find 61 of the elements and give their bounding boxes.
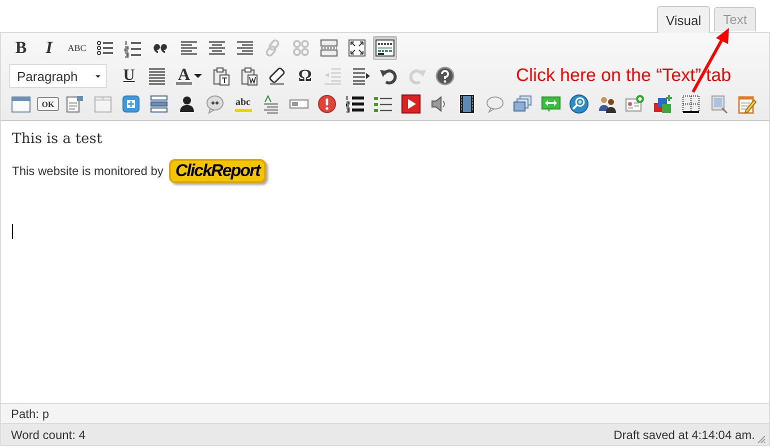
magnifier-button[interactable] [567, 92, 591, 116]
editor-tab[interactable]: Visual [656, 6, 710, 33]
format-select[interactable]: Paragraph [9, 64, 107, 88]
numbered-list-icon [123, 38, 143, 58]
blocks-button[interactable] [651, 92, 675, 116]
play-icon [401, 94, 421, 114]
outdent-icon [323, 66, 343, 86]
kitchen-sink-button[interactable] [373, 36, 397, 60]
italic-button[interactable]: I [37, 36, 61, 60]
square-bullet-list-icon [373, 94, 393, 114]
magnifier-icon [569, 94, 589, 114]
underline-button[interactable]: U [117, 64, 141, 88]
grid-icon [681, 94, 701, 114]
text-cursor [12, 224, 13, 239]
justify-icon [147, 66, 167, 86]
bullet-list-icon [95, 38, 115, 58]
notepad-icon [737, 94, 757, 114]
quote-bubble-icon [205, 94, 225, 114]
ok-chip-button[interactable]: OK [37, 97, 59, 111]
paste-word-icon [239, 66, 259, 86]
exclamation-icon [317, 94, 337, 114]
help-icon [435, 66, 455, 86]
person-icon [177, 94, 197, 114]
indent-icon [351, 66, 371, 86]
monitor-text: This website is monitored by [12, 164, 164, 178]
caret-icon [194, 72, 202, 80]
heading-text: This is a test [12, 131, 104, 147]
paste-text-icon [211, 66, 231, 86]
special-character-button[interactable]: Ω [293, 64, 317, 88]
form-dropdown-icon [65, 94, 85, 114]
spellcheck-button[interactable]: abc [231, 92, 255, 116]
clickreport-logo: ClickReport [169, 159, 266, 183]
film-icon [457, 94, 477, 114]
text-color-button[interactable]: A [173, 64, 205, 88]
double-arrow-icon [541, 94, 561, 114]
speech-bubble-icon [485, 94, 505, 114]
picture-frame-icon [709, 94, 729, 114]
path-text: Path: p [11, 406, 50, 420]
plus-tile-icon [121, 94, 141, 114]
draft-status: Draft saved at 4:14:04 am. [614, 428, 755, 442]
bold-numbered-list-icon [345, 94, 365, 114]
word-count: Word count: 4 [11, 428, 86, 442]
exclamation-button[interactable] [315, 92, 339, 116]
resize-grip-icon[interactable] [757, 435, 766, 444]
stacked-windows-icon [513, 94, 533, 114]
fullscreen-icon [347, 38, 367, 58]
text-lines-icon [261, 94, 281, 114]
annotation-text: Click here on the “Text” tab [516, 65, 732, 86]
caret-icon [94, 74, 102, 78]
page-break-icon [319, 38, 339, 58]
kitchen-sink-icon [375, 38, 395, 58]
people-icon [597, 94, 617, 114]
stacked-bars-icon [149, 94, 169, 114]
play-button[interactable] [399, 92, 423, 116]
id-card-icon [625, 94, 645, 114]
window-icon [11, 94, 31, 114]
strikethrough-button[interactable]: ABC [65, 36, 89, 60]
bold-button[interactable]: B [9, 36, 33, 60]
help-button[interactable] [433, 64, 457, 88]
blocks-icon [653, 94, 673, 114]
panel-icon [93, 94, 113, 114]
